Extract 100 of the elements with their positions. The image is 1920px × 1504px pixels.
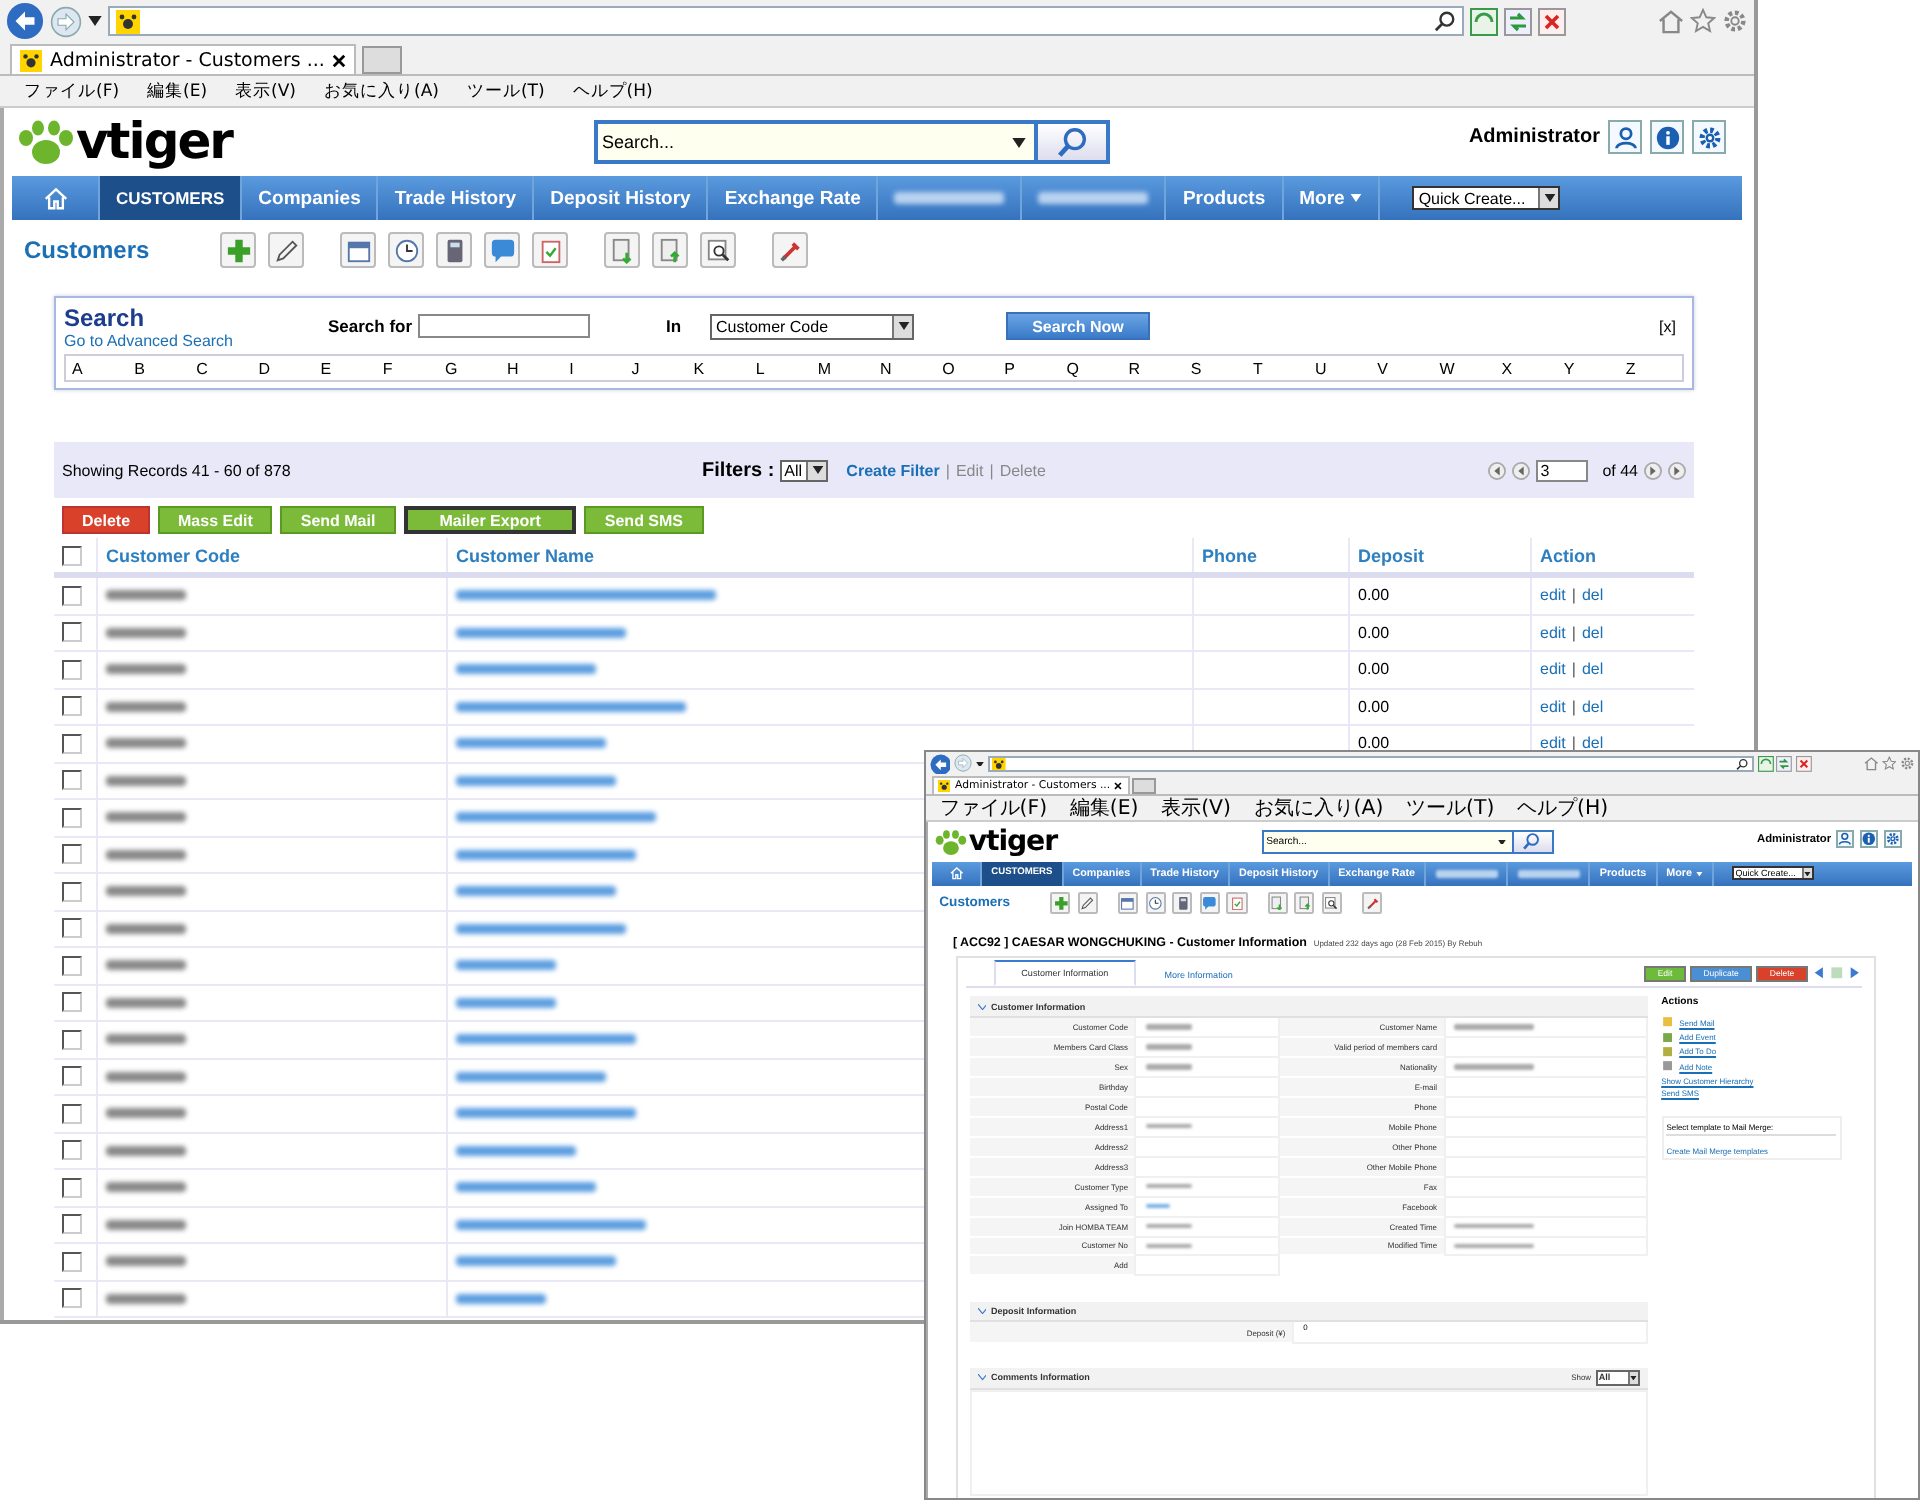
menu-item[interactable]: ツール(T) <box>466 79 545 103</box>
first-page-icon[interactable] <box>1488 461 1507 479</box>
menu-item[interactable]: ツール(T) <box>1406 794 1495 823</box>
row-checkbox[interactable] <box>62 955 82 976</box>
menu-item[interactable]: 編集(E) <box>1069 794 1139 823</box>
more-menu[interactable]: More <box>1283 176 1381 220</box>
advanced-search-link[interactable]: Go to Advanced Search <box>64 331 328 349</box>
menu-item[interactable]: 表示(V) <box>235 79 296 103</box>
alphabet-link[interactable]: N <box>874 359 937 377</box>
alphabet-link[interactable]: K <box>687 359 750 377</box>
add-button[interactable] <box>1050 892 1071 914</box>
alphabet-link[interactable]: A <box>66 359 129 377</box>
last-page-icon[interactable] <box>1668 461 1686 479</box>
alphabet-link[interactable]: U <box>1309 359 1372 377</box>
back-button[interactable] <box>929 753 951 775</box>
info-button[interactable] <box>1859 829 1879 849</box>
star-icon[interactable] <box>1690 8 1716 34</box>
row-checkbox[interactable] <box>62 770 82 791</box>
forward-button[interactable] <box>50 5 82 37</box>
alphabet-link[interactable]: Q <box>1060 359 1123 377</box>
clipboard-button[interactable] <box>1226 892 1248 914</box>
row-del-link[interactable]: del <box>1581 586 1604 605</box>
next-icon[interactable] <box>1848 966 1862 981</box>
settings-button[interactable] <box>1883 829 1903 849</box>
row-del-link[interactable]: del <box>1581 623 1604 642</box>
row-checkbox[interactable] <box>62 1140 82 1161</box>
action-button[interactable]: Delete <box>62 506 151 534</box>
page-input[interactable]: 3 <box>1536 459 1589 481</box>
alphabet-link[interactable]: G <box>438 359 502 377</box>
row-checkbox[interactable] <box>62 992 82 1013</box>
alphabet-link[interactable]: V <box>1371 359 1434 377</box>
filter-select[interactable]: All <box>780 459 829 481</box>
search-icon[interactable] <box>1434 10 1456 32</box>
search-button[interactable] <box>1321 892 1343 914</box>
user-button[interactable] <box>1608 120 1642 154</box>
menu-item[interactable]: お気に入り(A) <box>1253 794 1384 823</box>
row-checkbox[interactable] <box>62 807 82 828</box>
close-icon[interactable] <box>1114 782 1123 791</box>
column-header[interactable]: Customer Name <box>456 545 595 565</box>
alphabet-link[interactable]: L <box>749 359 812 377</box>
column-header[interactable]: Phone <box>1202 545 1258 565</box>
alphabet-link[interactable]: W <box>1433 359 1496 377</box>
nav-tab[interactable]: Trade History <box>378 176 535 220</box>
search-icon[interactable] <box>1736 757 1749 771</box>
compatibility-icon[interactable] <box>1757 755 1774 772</box>
row-checkbox[interactable] <box>62 1251 82 1272</box>
row-checkbox[interactable] <box>62 659 82 680</box>
calendar-button[interactable] <box>1118 892 1139 914</box>
alphabet-link[interactable]: I <box>563 359 626 377</box>
previous-icon[interactable] <box>1812 966 1826 981</box>
search-button[interactable] <box>700 232 736 268</box>
row-edit-link[interactable]: edit <box>1540 586 1566 605</box>
alphabet-link[interactable]: D <box>252 359 315 377</box>
row-checkbox[interactable] <box>62 585 82 606</box>
tools-button[interactable] <box>1362 892 1383 914</box>
menu-item[interactable]: 編集(E) <box>147 79 208 103</box>
stop-icon[interactable] <box>1796 755 1812 772</box>
column-header[interactable]: Deposit <box>1358 545 1425 565</box>
nav-tab[interactable]: CUSTOMERS <box>100 176 243 220</box>
settings-button[interactable] <box>1692 120 1726 154</box>
quick-create-select[interactable]: Quick Create... <box>1412 186 1561 210</box>
info-button[interactable] <box>1650 120 1684 154</box>
search-input[interactable] <box>418 314 590 338</box>
row-edit-link[interactable]: edit <box>1540 697 1566 716</box>
row-edit-link[interactable]: edit <box>1540 734 1566 753</box>
alphabet-link[interactable]: M <box>811 359 874 377</box>
add-button[interactable] <box>220 232 256 268</box>
row-checkbox[interactable] <box>62 1066 82 1087</box>
export-button[interactable] <box>652 232 688 268</box>
alphabet-link[interactable]: R <box>1122 359 1185 377</box>
row-edit-link[interactable]: edit <box>1540 623 1566 642</box>
calculator-button[interactable] <box>436 232 472 268</box>
row-checkbox[interactable] <box>62 622 82 643</box>
close-link[interactable]: [x] <box>1659 317 1676 335</box>
select-all-checkbox[interactable] <box>62 545 82 565</box>
row-edit-link[interactable]: edit <box>1540 660 1566 679</box>
export-button[interactable] <box>1294 892 1315 914</box>
row-checkbox[interactable] <box>62 1029 82 1050</box>
next-page-icon[interactable] <box>1644 461 1662 479</box>
row-del-link[interactable]: del <box>1581 697 1604 716</box>
import-button[interactable] <box>1267 892 1288 914</box>
field-select[interactable]: Customer Code <box>710 313 914 339</box>
close-icon[interactable] <box>332 53 347 67</box>
column-header[interactable]: Action <box>1540 545 1596 565</box>
nav-tab[interactable]: Exchange Rate <box>708 176 879 220</box>
alphabet-link[interactable]: F <box>376 359 439 377</box>
refresh-icon[interactable] <box>1504 7 1532 35</box>
row-checkbox[interactable] <box>62 1177 82 1198</box>
tools-button[interactable] <box>772 232 808 268</box>
column-header[interactable]: Customer Code <box>106 545 241 565</box>
nav-tab[interactable]: Products <box>1166 176 1284 220</box>
calculator-button[interactable] <box>1172 892 1193 914</box>
alphabet-link[interactable]: B <box>128 359 191 377</box>
row-del-link[interactable]: del <box>1581 734 1604 753</box>
settings-icon[interactable] <box>1900 756 1915 772</box>
create-filter-link[interactable]: Create Filter <box>846 461 940 479</box>
browser-tab[interactable]: Administrator - Customers ... <box>10 44 357 74</box>
alphabet-link[interactable]: H <box>501 359 564 377</box>
alphabet-link[interactable]: Y <box>1557 359 1620 377</box>
home-icon[interactable] <box>1863 756 1879 772</box>
